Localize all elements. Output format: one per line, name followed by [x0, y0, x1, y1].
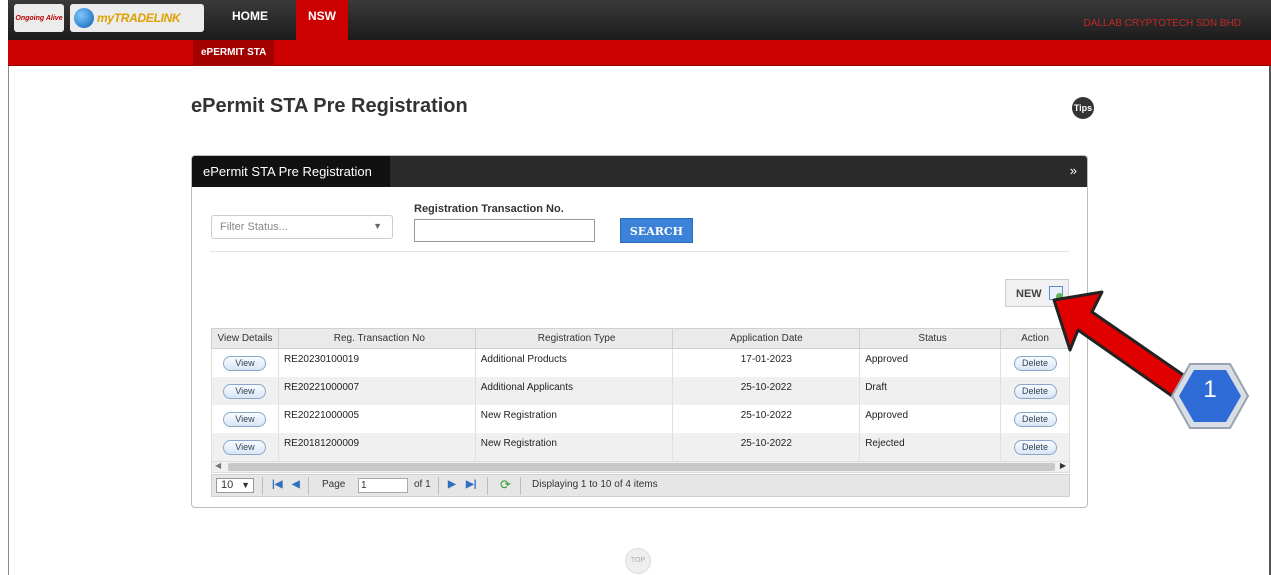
app-date-cell: 25-10-2022 — [672, 376, 861, 405]
filter-status-select[interactable]: Filter Status... ▼ — [211, 215, 393, 239]
pagination-bar: 10 ▼ |◀ ◀ Page 1 of 1 ▶ ▶| ⟳ Displaying … — [211, 474, 1070, 497]
display-count-text: Displaying 1 to 10 of 4 items — [532, 479, 658, 490]
status-cell: Approved — [859, 404, 1002, 433]
table-row: View RE20221000007 Additional Applicants… — [211, 376, 1070, 405]
view-button[interactable]: View — [223, 383, 267, 399]
scroll-right-icon[interactable]: ▶ — [1060, 461, 1066, 470]
panel-title: ePermit STA Pre Registration — [203, 164, 372, 179]
view-button[interactable]: View — [223, 411, 267, 427]
panel-header: ePermit STA Pre Registration » — [192, 156, 1087, 187]
tips-button[interactable]: Tips — [1072, 97, 1094, 119]
next-page-icon[interactable]: ▶ — [448, 479, 456, 490]
reg-transaction-input[interactable] — [414, 219, 595, 242]
divider — [210, 251, 1069, 252]
reg-transaction-label: Registration Transaction No. — [414, 203, 564, 215]
scroll-left-icon[interactable]: ◀ — [215, 461, 221, 470]
status-cell: Approved — [859, 348, 1002, 377]
col-status[interactable]: Status — [859, 328, 1002, 349]
top-navbar: Ongoing Alive myTRADELINK HOME NSW DALLA… — [8, 0, 1271, 40]
reg-no-cell: RE20221000005 — [277, 404, 476, 433]
table-row: View RE20181200009 New Registration 25-1… — [211, 432, 1070, 461]
subnav-epermit-sta[interactable]: ePERMIT STA — [193, 40, 275, 66]
refresh-icon[interactable]: ⟳ — [500, 477, 511, 493]
globe-icon — [74, 8, 94, 28]
col-view-details[interactable]: View Details — [211, 328, 279, 349]
col-reg-no[interactable]: Reg. Transaction No — [277, 328, 476, 349]
app-date-cell: 25-10-2022 — [672, 432, 861, 461]
last-page-icon[interactable]: ▶| — [466, 479, 477, 490]
nav-home[interactable]: HOME — [232, 9, 268, 23]
view-button[interactable]: View — [223, 439, 267, 455]
reg-type-cell: New Registration — [474, 432, 674, 461]
brand-text: myTRADELINK — [97, 11, 181, 25]
registration-panel: ePermit STA Pre Registration » Filter St… — [191, 155, 1088, 508]
reg-no-cell: RE20230100019 — [277, 348, 476, 377]
horizontal-scrollbar[interactable]: ◀ ▶ — [211, 461, 1070, 473]
app-date-cell: 17-01-2023 — [672, 348, 861, 377]
back-to-top-button[interactable]: TOP — [625, 548, 651, 574]
table-row: View RE20221000005 New Registration 25-1… — [211, 404, 1070, 433]
collapse-chevron-icon[interactable]: » — [1070, 163, 1077, 178]
company-name: DALLAB CRYPTOTECH SDN BHD — [1083, 18, 1241, 29]
reg-type-cell: New Registration — [474, 404, 674, 433]
scrollbar-thumb[interactable] — [228, 463, 1055, 471]
page-of-label: of 1 — [414, 479, 431, 490]
page-title: ePermit STA Pre Registration — [191, 95, 468, 117]
reg-type-cell: Additional Applicants — [474, 376, 674, 405]
page-label: Page — [322, 479, 346, 490]
reg-no-cell: RE20181200009 — [277, 432, 476, 461]
status-cell: Draft — [859, 376, 1002, 405]
first-page-icon[interactable]: |◀ — [272, 479, 283, 490]
ongoing-alive-logo[interactable]: Ongoing Alive — [14, 4, 64, 32]
annotation-number: 1 — [1203, 376, 1217, 403]
search-button[interactable]: SEARCH — [620, 218, 693, 243]
page-size-select[interactable]: 10 ▼ — [216, 478, 254, 493]
col-reg-type[interactable]: Registration Type — [474, 328, 674, 349]
col-app-date[interactable]: Application Date — [672, 328, 861, 349]
mytradelink-logo[interactable]: myTRADELINK — [70, 4, 204, 32]
registration-table: View Details Reg. Transaction No Registr… — [211, 328, 1070, 461]
chevron-down-icon: ▼ — [241, 480, 250, 490]
sub-navbar: ePERMIT STA — [8, 40, 1271, 66]
reg-type-cell: Additional Products — [474, 348, 674, 377]
status-cell: Rejected — [859, 432, 1002, 461]
delete-button[interactable]: Delete — [1013, 439, 1057, 455]
page-number-input[interactable]: 1 — [358, 478, 408, 493]
table-row: View RE20230100019 Additional Products 1… — [211, 348, 1070, 377]
chevron-down-icon: ▼ — [373, 221, 382, 231]
prev-page-icon[interactable]: ◀ — [292, 479, 300, 490]
view-button[interactable]: View — [223, 356, 267, 371]
app-date-cell: 25-10-2022 — [672, 404, 861, 433]
nav-nsw[interactable]: NSW — [296, 0, 348, 40]
reg-no-cell: RE20221000007 — [277, 376, 476, 405]
